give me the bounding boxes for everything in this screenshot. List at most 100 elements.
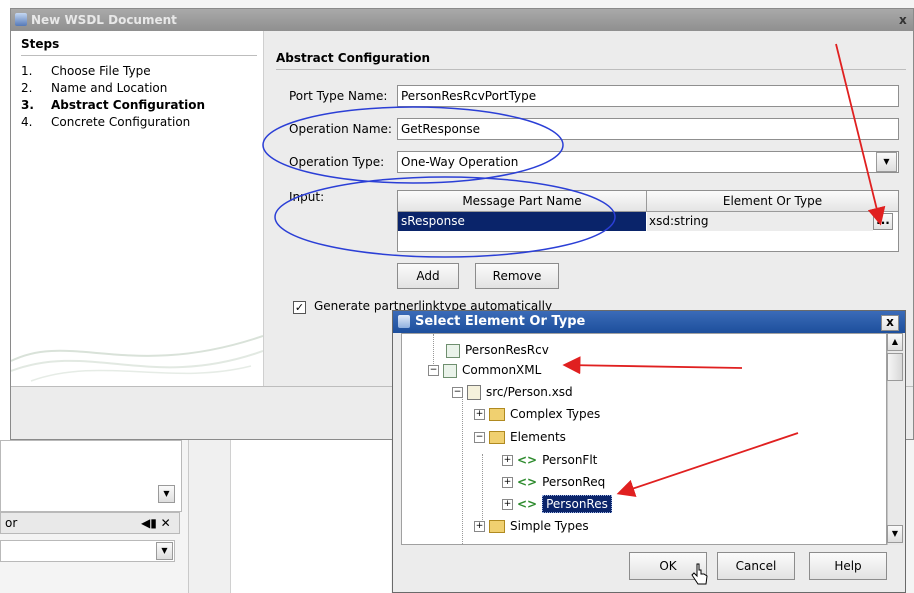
step-item-current: 3. [21, 97, 34, 114]
bg-panel-close-icon[interactable]: ◀▮ ✕ [141, 516, 171, 530]
tree-node-label: Simple Types [510, 519, 589, 533]
mouse-cursor-icon [691, 563, 708, 585]
add-button[interactable]: Add [397, 263, 459, 289]
step-label: Name and Location [51, 81, 168, 95]
tree-node-person-xsd[interactable]: − src/Person.xsd [452, 382, 573, 402]
tree-node-label: Elements [510, 430, 566, 444]
operation-type-dropdown-icon[interactable]: ▼ [876, 152, 897, 172]
port-type-name-label: Port Type Name: [289, 89, 388, 103]
tree-node-commonxml[interactable]: − CommonXML [428, 360, 541, 380]
folder-icon [489, 408, 505, 421]
expand-icon[interactable]: + [502, 477, 513, 488]
section-title: Abstract Configuration [276, 51, 431, 65]
collapse-icon[interactable]: − [474, 432, 485, 443]
tree-node-label: PersonResRcv [465, 343, 549, 357]
bg-combo-arrow-icon[interactable]: ▼ [156, 542, 173, 560]
tree-node-label: CommonXML [462, 363, 542, 377]
operation-name-label: Operation Name: [289, 122, 392, 136]
bg-scroll-down-button[interactable]: ▼ [158, 485, 175, 503]
tree-node-elements[interactable]: − Elements [474, 427, 566, 447]
dialog-close-icon[interactable]: x [899, 9, 907, 31]
select-dialog-title: Select Element Or Type [415, 314, 586, 329]
input-row-part-cell[interactable]: sResponse [398, 212, 646, 231]
steps-panel: Steps 1. Choose File Type 2. Name and Lo… [11, 31, 264, 386]
select-dialog-title-bar: Select Element Or Type [393, 311, 905, 333]
project-icon [446, 343, 460, 358]
input-row-type-cell[interactable]: xsd:string [647, 212, 873, 231]
cancel-button-label: Cancel [735, 559, 777, 573]
expand-icon[interactable]: + [474, 521, 485, 532]
step-item: 1. [21, 63, 32, 80]
collapse-icon[interactable]: − [428, 365, 439, 376]
bg-panel-label: or [5, 516, 18, 530]
dialog-app-icon [15, 13, 27, 26]
input-column-header[interactable]: Message Part Name [398, 191, 647, 212]
expand-icon[interactable]: + [502, 455, 513, 466]
dialog-title-bar: New WSDL Document x [11, 9, 913, 31]
remove-button[interactable]: Remove [475, 263, 559, 289]
step-label-current: Abstract Configuration [51, 98, 206, 112]
collapse-icon[interactable]: − [452, 387, 463, 398]
bg-left-edge [0, 0, 10, 440]
operation-name-input[interactable]: GetResponse [397, 118, 899, 140]
section-divider [276, 69, 906, 70]
input-label: Input: [289, 190, 325, 204]
tree-node-label: Complex Types [510, 407, 601, 421]
folder-icon [489, 520, 505, 533]
tree-node-label: PersonReq [542, 475, 606, 489]
help-button[interactable]: Help [809, 552, 887, 580]
help-button-label: Help [834, 559, 862, 573]
tree-node-personresrcv[interactable]: PersonResRcv [446, 340, 549, 360]
remove-button-label: Remove [492, 269, 542, 283]
folder-open-icon [489, 431, 505, 444]
tree-scroll-up-icon[interactable]: ▲ [887, 333, 903, 351]
bg-combo[interactable] [0, 540, 175, 562]
step-item: 2. [21, 80, 32, 97]
steps-divider [21, 55, 257, 56]
tree-node-label: src/Person.xsd [486, 385, 573, 399]
tree-guide-line [482, 454, 484, 524]
cancel-button[interactable]: Cancel [717, 552, 795, 580]
step-number: 2. [21, 81, 33, 95]
select-dialog-app-icon [398, 315, 410, 328]
step-label: Choose File Type [51, 64, 151, 78]
step-label: Concrete Configuration [51, 115, 191, 129]
step-number: 1. [21, 64, 33, 78]
select-element-dialog: Select Element Or Type x PersonResRcv − C… [392, 310, 906, 593]
bg-panel-header: or ◀▮ ✕ [0, 512, 180, 534]
tree-node-personres[interactable]: + <> PersonRes [502, 494, 612, 514]
browse-type-button[interactable]: ... [873, 213, 893, 230]
tree-node-label: PersonFlt [542, 453, 598, 467]
tree-scroll-down-icon[interactable]: ▼ [887, 525, 903, 543]
tree-scroll-thumb[interactable] [887, 353, 903, 381]
add-button-label: Add [416, 269, 440, 283]
xsd-file-icon [467, 385, 481, 400]
steps-heading: Steps [21, 37, 60, 51]
tree-node-complex-types[interactable]: + Complex Types [474, 404, 600, 424]
input-column-header[interactable]: Element Or Type [647, 191, 898, 212]
steps-decoration-swirl [11, 335, 263, 382]
expand-icon[interactable]: + [474, 409, 485, 420]
bg-editor-pane [230, 440, 391, 593]
tree-node-simple-types[interactable]: + Simple Types [474, 516, 589, 536]
tree-node-label-selected: PersonRes [542, 495, 612, 513]
tree-node-personreq[interactable]: + <> PersonReq [502, 472, 605, 492]
step-number: 3. [21, 98, 34, 112]
operation-type-label: Operation Type: [289, 155, 385, 169]
tree-guide-line [462, 394, 464, 544]
project-icon [443, 363, 457, 378]
step-item: 4. [21, 114, 32, 131]
operation-type-select[interactable]: One-Way Operation [397, 151, 899, 173]
expand-icon[interactable]: + [502, 499, 513, 510]
generate-checkbox[interactable]: ✓ [293, 301, 306, 314]
type-tree: PersonResRcv − CommonXML − src/Person.xsd … [401, 333, 887, 545]
port-type-name-input[interactable]: PersonResRcvPortType [397, 85, 899, 107]
dialog-title: New WSDL Document [31, 13, 177, 27]
element-icon: <> [517, 497, 538, 511]
tree-node-personflt[interactable]: + <> PersonFlt [502, 450, 597, 470]
select-dialog-close-icon[interactable]: x [881, 315, 899, 331]
element-icon: <> [517, 475, 538, 489]
bg-output-panel [0, 440, 182, 512]
step-number: 4. [21, 115, 33, 129]
ok-button-label: OK [659, 559, 677, 573]
